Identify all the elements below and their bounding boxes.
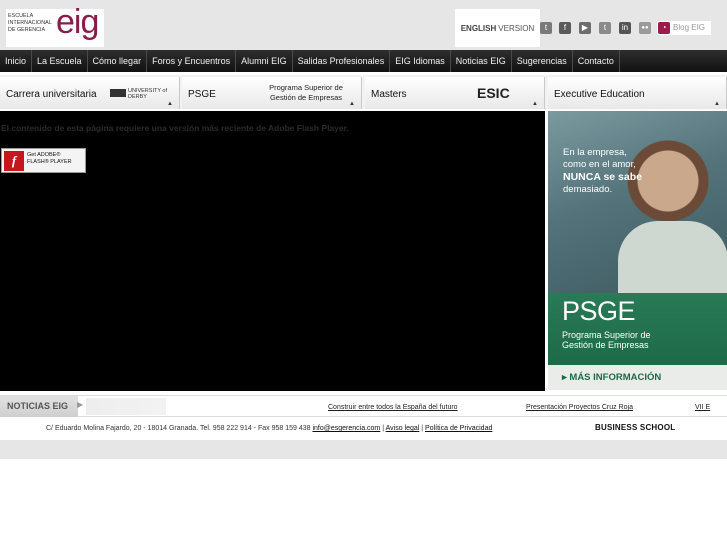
derby-label: UNIVERSITY of DERBY (128, 88, 168, 100)
tab-masters[interactable]: Masters ESIC ▲ (365, 77, 545, 109)
nav-foros-y-encuentros[interactable]: Foros y Encuentros (147, 50, 237, 72)
promo-program-name: Programa Superior de Gestión de Empresas (562, 330, 651, 350)
nav-eig-idiomas[interactable]: EIG Idiomas (390, 50, 451, 72)
tab-carrera-label: Carrera universitaria (6, 89, 97, 100)
chevron-up-icon: ▲ (349, 101, 355, 107)
nav-la-escuela[interactable]: La Escuela (32, 50, 88, 72)
quote-line-1: En la empresa, (563, 147, 627, 158)
chevron-up-icon: ▲ (167, 101, 173, 107)
news-link[interactable]: VII E (695, 404, 710, 411)
version-label: VERSION (498, 23, 535, 33)
english-version-button[interactable]: ENGLISH VERSION (455, 9, 540, 47)
header: ESCUELA INTERNACIONAL DE GERENCIA eig EN… (0, 0, 727, 50)
bottom-band (0, 440, 727, 459)
flash-required-message: El contenido de esta página requiere una… (1, 123, 349, 133)
privacy-link[interactable]: Política de Privacidad (425, 425, 492, 432)
mas-informacion-link[interactable]: ▸ MÁS INFORMACIÓN (548, 365, 727, 390)
flickr-icon[interactable]: ●● (639, 22, 651, 34)
promo-quote: En la empresa, como en el amor, NUNCA se… (563, 147, 642, 196)
flash-player-icon: f (4, 151, 24, 171)
tab-psge-subtitle: Programa Superior de Gestión de Empresas (269, 83, 343, 102)
news-link[interactable]: Presentación Proyectos Cruz Roja (526, 404, 633, 411)
news-fade (86, 398, 166, 415)
nav-alumni-eig[interactable]: Alumni EIG (236, 50, 293, 72)
twitter-icon[interactable]: t (599, 22, 611, 34)
facebook-icon[interactable]: f (559, 22, 571, 34)
eig-logo[interactable]: ESCUELA INTERNACIONAL DE GERENCIA eig (6, 3, 104, 47)
news-link[interactable]: Construir entre todos la España del futu… (328, 404, 458, 411)
footer: C/ Eduardo Molina Fajardo, 20 - 18014 Gr… (0, 418, 727, 440)
tab-executive-education[interactable]: Executive Education ▲ (548, 77, 727, 109)
email-link[interactable]: info@esgerencia.com (312, 425, 380, 432)
program-tabs: Carrera universitaria UNIVERSITY of DERB… (0, 75, 727, 109)
flash-content-area: El contenido de esta página requiere una… (0, 111, 545, 391)
tab-masters-label: Masters (371, 89, 407, 100)
play-arrow-icon[interactable]: ▶ (77, 400, 83, 409)
page: ESCUELA INTERNACIONAL DE GERENCIA eig EN… (0, 0, 727, 545)
logo-school-name: ESCUELA INTERNACIONAL DE GERENCIA (8, 13, 52, 33)
quote-line-2: como en el amor, (563, 159, 636, 170)
tuenti-icon[interactable]: t (540, 22, 552, 34)
aviso-legal-link[interactable]: Aviso legal (386, 425, 420, 432)
quote-line-4: demasiado. (563, 184, 613, 195)
nav-sugerencias[interactable]: Sugerencias (512, 50, 573, 72)
get-flash-line2: FLASH® PLAYER (27, 159, 72, 165)
footer-address: C/ Eduardo Molina Fajardo, 20 - 18014 Gr… (46, 425, 311, 432)
nav-contacto[interactable]: Contacto (573, 50, 620, 72)
logo-wordmark: eig (56, 3, 99, 41)
english-label: ENGLISH (460, 23, 497, 33)
rss-icon: ◔ (658, 22, 670, 34)
nav-noticias-eig[interactable]: Noticias EIG (451, 50, 512, 72)
tab-psge-label: PSGE (188, 89, 216, 100)
quote-line-3: NUNCA se sabe (563, 171, 642, 183)
promo-psge-title: PSGE (562, 296, 636, 326)
tab-executive-label: Executive Education (554, 89, 645, 100)
tab-psge[interactable]: PSGE Programa Superior de Gestión de Emp… (182, 77, 362, 109)
blog-label: Blog EIG (673, 23, 706, 32)
esic-logo: ESIC (477, 85, 510, 101)
psge-promo-banner[interactable]: En la empresa, como en el amor, NUNCA se… (548, 111, 727, 390)
get-flash-line1: Get ADOBE® (27, 152, 61, 158)
news-title: NOTICIAS EIG (0, 396, 78, 417)
get-flash-text: Get ADOBE® FLASH® PLAYER (27, 152, 72, 166)
footer-address-line: C/ Eduardo Molina Fajardo, 20 - 18014 Gr… (46, 425, 493, 432)
chevron-up-icon: ▲ (714, 101, 720, 107)
blog-eig-link[interactable]: ◔ Blog EIG (657, 21, 711, 35)
main-navigation: Inicio La Escuela Cómo llegar Foros y En… (0, 50, 727, 72)
promo-photo-shirt (618, 221, 727, 301)
nav-como-llegar[interactable]: Cómo llegar (88, 50, 148, 72)
youtube-icon[interactable]: ▶ (579, 22, 591, 34)
business-school-label: BUSINESS SCHOOL (595, 423, 676, 432)
tab-carrera-universitaria[interactable]: Carrera universitaria UNIVERSITY of DERB… (0, 77, 180, 109)
linkedin-icon[interactable]: in (619, 22, 631, 34)
nav-inicio[interactable]: Inicio (0, 50, 33, 72)
chevron-up-icon: ▲ (532, 101, 538, 107)
program-line-1: Programa Superior de (562, 330, 651, 340)
get-flash-player-button[interactable]: f Get ADOBE® FLASH® PLAYER (1, 148, 86, 173)
program-line-2: Gestión de Empresas (562, 340, 649, 350)
university-of-derby-logo (110, 89, 126, 97)
promo-psge-panel: PSGE Programa Superior de Gestión de Emp… (548, 293, 727, 365)
news-ticker: NOTICIAS EIG ▶ Construir entre todos la … (0, 395, 727, 417)
nav-salidas-profesionales[interactable]: Salidas Profesionales (293, 50, 391, 72)
